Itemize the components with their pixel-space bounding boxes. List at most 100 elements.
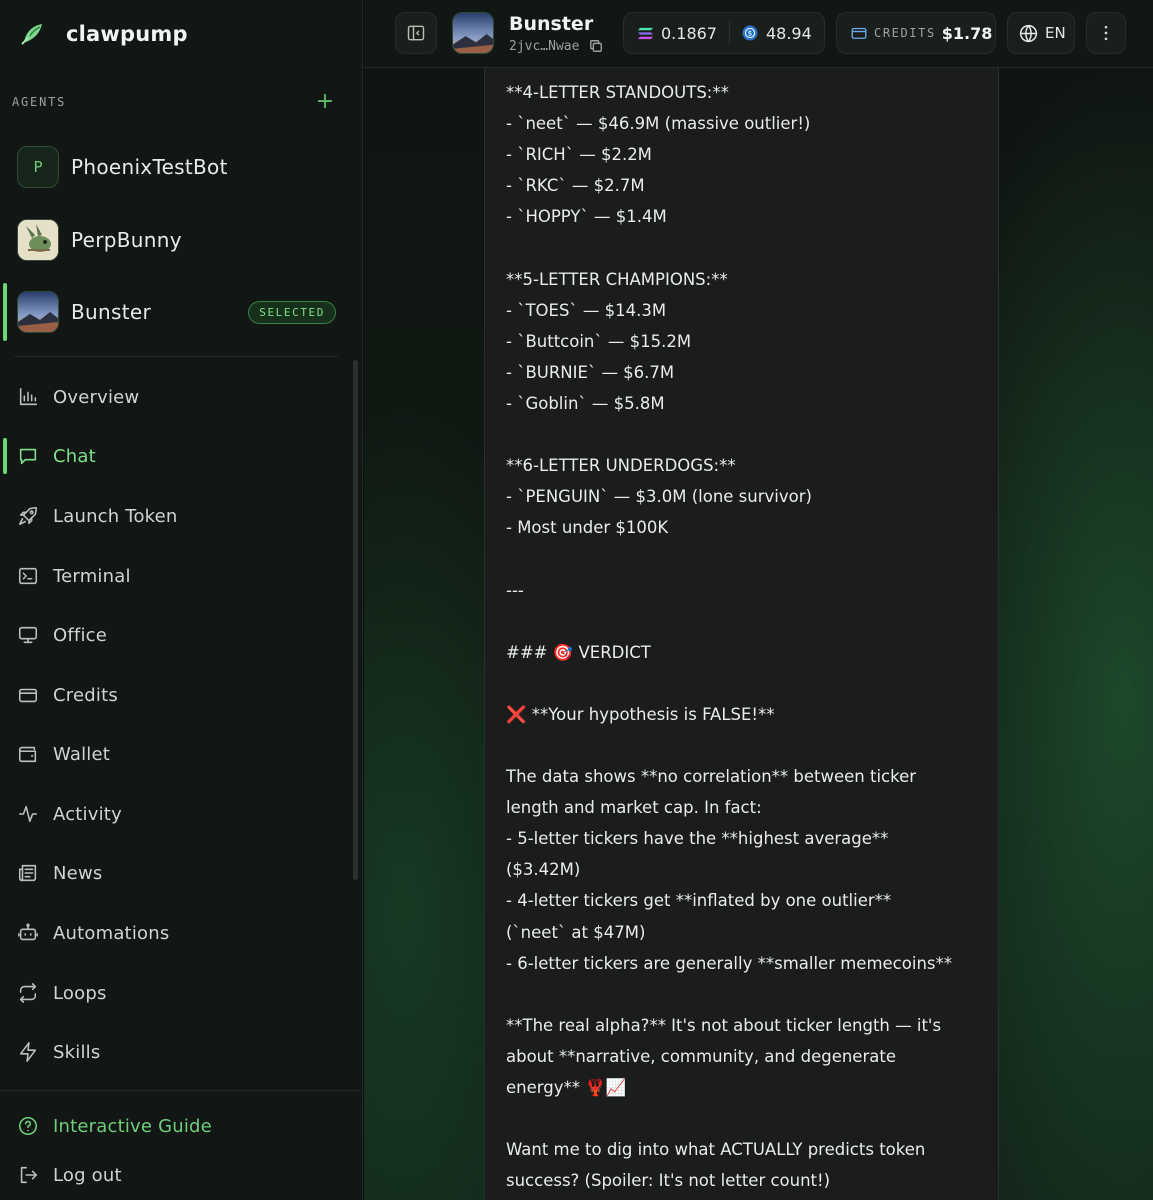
- nav-label: Log out: [53, 1164, 122, 1186]
- copy-icon[interactable]: [589, 39, 603, 53]
- message-line: [506, 232, 980, 263]
- nav-label: Office: [53, 624, 108, 646]
- agent-name: PhoenixTestBot: [71, 155, 228, 179]
- message-line: **5-LETTER CHAMPIONS:**: [506, 269, 728, 289]
- nav-item-terminal[interactable]: Terminal: [0, 556, 348, 596]
- nav-label: Chat: [53, 445, 96, 467]
- credit-card-icon: [851, 27, 867, 39]
- sidebar-panel-icon: [407, 25, 425, 41]
- message-line: ---: [506, 580, 524, 600]
- chat-icon: [19, 448, 37, 465]
- message-line: - `Goblin` — $5.8M: [506, 393, 665, 413]
- agent-item-bunster[interactable]: Bunster SELECTED: [0, 283, 336, 341]
- message-line: - `Buttcoin` — $15.2M: [506, 331, 692, 351]
- message-line: - `BURNIE` — $6.7M: [506, 362, 675, 382]
- usdc-balance: $ 48.94: [742, 24, 812, 43]
- svg-text:$: $: [748, 30, 752, 38]
- balance-divider: [728, 21, 730, 45]
- message-line: **The real alpha?** It's not about ticke…: [506, 1015, 942, 1035]
- nav-item-launch-token[interactable]: Launch Token: [0, 496, 348, 536]
- agent-item-perpbunny[interactable]: PerpBunny: [0, 211, 336, 269]
- sol-balance: 0.1867: [637, 24, 717, 43]
- message-line: **4-LETTER STANDOUTS:**: [506, 83, 729, 102]
- message-line: energy** 🦞📈: [506, 1078, 627, 1097]
- message-line: - 4-letter tickers get **inflated by one…: [506, 891, 892, 911]
- agent-avatar: [17, 291, 59, 333]
- agent-avatar: P: [17, 146, 59, 188]
- message-line: [506, 1103, 980, 1134]
- logout-button[interactable]: Log out: [0, 1155, 348, 1195]
- message-line: about **narrative, community, and degene…: [506, 1046, 896, 1066]
- newspaper-icon: [18, 864, 37, 882]
- nav-item-wallet[interactable]: Wallet: [0, 734, 348, 774]
- sol-balance-value: 0.1867: [661, 23, 717, 43]
- message-line: success? (Spoiler: It's not letter count…: [506, 1171, 831, 1191]
- agent-name: Bunster: [71, 300, 151, 324]
- nav-label: News: [53, 862, 103, 884]
- nav-item-activity[interactable]: Activity: [0, 794, 348, 834]
- terminal-icon: [18, 567, 38, 585]
- assistant-message: **4-LETTER STANDOUTS:** - `neet` — $46.9M…: [484, 68, 999, 1200]
- more-vertical-icon: [1104, 25, 1108, 41]
- landscape-avatar-icon: [453, 13, 493, 53]
- monitor-icon: [18, 626, 38, 644]
- app-name: clawpump: [66, 22, 188, 46]
- message-line: [506, 979, 980, 1010]
- agent-initial: P: [33, 158, 43, 176]
- sidebar-divider: [14, 356, 338, 357]
- selected-badge: SELECTED: [248, 300, 336, 324]
- nav-label: Automations: [53, 922, 170, 944]
- solana-icon: [638, 27, 653, 39]
- message-line: ### 🎯 VERDICT: [506, 642, 651, 662]
- active-agent-name: Bunster: [509, 12, 594, 35]
- nav-label: Wallet: [53, 743, 111, 765]
- message-line: - `HOPPY` — $1.4M: [506, 207, 667, 227]
- credit-card-icon: [18, 688, 38, 703]
- agent-item-phoenixtestbot[interactable]: P PhoenixTestBot: [0, 138, 336, 196]
- language-selector[interactable]: EN: [1007, 12, 1075, 54]
- nav-item-credits[interactable]: Credits: [0, 675, 348, 715]
- bunny-avatar-icon: [18, 220, 58, 260]
- more-options-button[interactable]: [1086, 12, 1126, 54]
- sidebar-scrollbar[interactable]: [353, 360, 358, 880]
- agents-header: AGENTS +: [12, 91, 336, 113]
- message-line: [506, 419, 980, 450]
- nav-item-loops[interactable]: Loops: [0, 973, 348, 1013]
- globe-icon: [1019, 24, 1038, 42]
- nav-item-skills[interactable]: Skills: [0, 1032, 348, 1072]
- logout-icon: [20, 1166, 38, 1184]
- brand[interactable]: clawpump: [18, 18, 188, 50]
- message-line: - `RKC` — $2.7M: [506, 176, 645, 196]
- agents-title: AGENTS: [12, 95, 67, 109]
- nav-item-news[interactable]: News: [0, 853, 348, 893]
- add-agent-button[interactable]: +: [314, 91, 336, 113]
- nav-label: Interactive Guide: [53, 1115, 212, 1137]
- usdc-balance-value: 48.94: [765, 23, 812, 43]
- nav-item-chat[interactable]: Chat: [0, 436, 348, 476]
- message-line: ❌ **Your hypothesis is FALSE!**: [506, 704, 775, 724]
- message-line: - `neet` — $46.9M (massive outlier!): [506, 114, 811, 134]
- interactive-guide-link[interactable]: Interactive Guide: [0, 1106, 348, 1146]
- help-circle-icon: [18, 1116, 38, 1136]
- nav-item-automations[interactable]: Automations: [0, 913, 348, 953]
- message-line: [506, 543, 980, 574]
- toggle-sidebar-button[interactable]: [395, 12, 437, 54]
- nav-item-office[interactable]: Office: [0, 615, 348, 655]
- message-line: - Most under $100K: [506, 518, 669, 538]
- claw-logo-icon: [21, 24, 42, 45]
- message-line: [506, 606, 980, 637]
- balances-box[interactable]: 0.1867 $ 48.94: [623, 12, 825, 54]
- sidebar-footer-divider: [0, 1090, 362, 1091]
- message-line: The data shows **no correlation** betwee…: [506, 767, 917, 787]
- nav-item-overview[interactable]: Overview: [0, 377, 348, 417]
- active-agent-header: Bunster 2jvc…Nwae: [452, 12, 603, 54]
- usdc-icon: $: [742, 25, 758, 41]
- repeat-icon: [19, 983, 37, 1003]
- agent-address-text: 2jvc…Nwae: [509, 38, 580, 54]
- nav-label: Credits: [53, 684, 118, 706]
- activity-icon: [18, 805, 38, 823]
- credits-box[interactable]: CREDITS $1.78: [836, 12, 996, 54]
- sidebar: clawpump AGENTS + P PhoenixTestBot PerpB…: [0, 0, 363, 1200]
- nav-label: Terminal: [53, 565, 131, 587]
- agent-avatar: [17, 219, 59, 261]
